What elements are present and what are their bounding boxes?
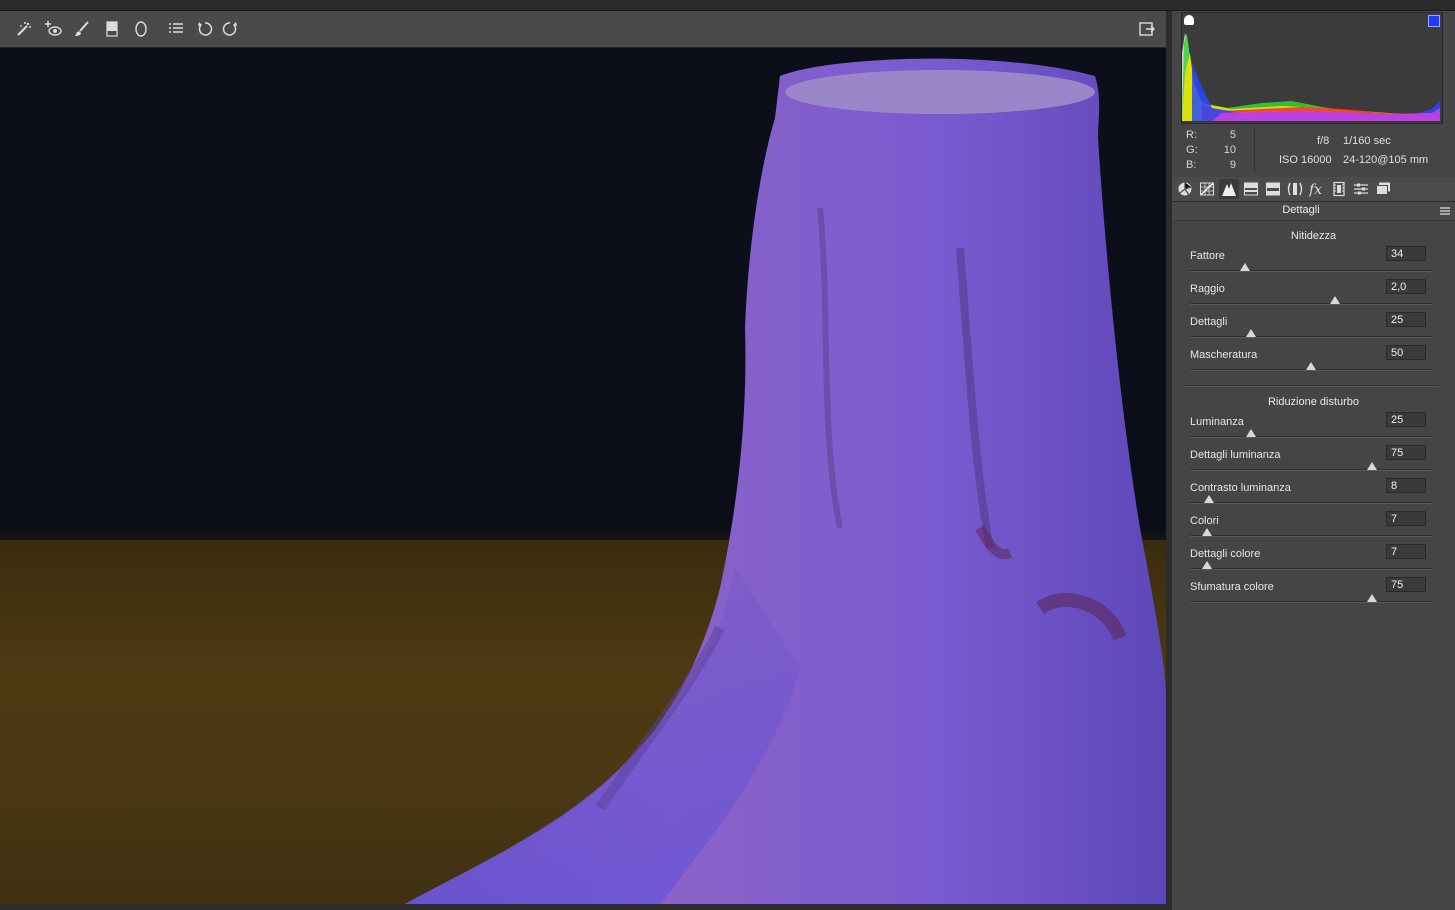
raggio-slider-thumb[interactable] <box>1330 296 1341 304</box>
r-label: R: <box>1186 129 1197 141</box>
right-panel: R: 5 G: 10 B: 9 f/8 1/160 sec ISO 16000 24-… <box>1172 11 1455 910</box>
canvas-bottom-strip <box>0 904 1166 910</box>
colori-slider-track[interactable] <box>1190 535 1432 537</box>
basic-tab-icon[interactable] <box>1175 179 1195 199</box>
noise-reduction-title: Riduzione disturbo <box>1267 396 1360 408</box>
radial-filter-icon[interactable] <box>130 18 152 40</box>
luminanza-value-field[interactable]: 25 <box>1386 412 1426 427</box>
photo-stump <box>405 58 1166 904</box>
raggio-slider-track[interactable] <box>1190 303 1432 305</box>
raggio-value-field[interactable]: 2,0 <box>1386 279 1426 294</box>
sfumatura-colore-slider-track[interactable] <box>1190 601 1432 603</box>
colori-label: Colori <box>1190 515 1219 527</box>
panel-header: Dettagli <box>1172 202 1455 221</box>
adjustment-brush-icon[interactable] <box>71 18 93 40</box>
dettagli-luminanza-slider-track[interactable] <box>1190 469 1432 471</box>
luminanza-slider-track[interactable] <box>1190 436 1432 438</box>
spot-removal-icon[interactable] <box>13 18 35 40</box>
red-eye-icon[interactable] <box>42 18 64 40</box>
fattore-slider-track[interactable] <box>1190 270 1432 272</box>
hsl-tab-icon[interactable] <box>1241 179 1261 199</box>
colori-slider-thumb[interactable] <box>1201 528 1212 536</box>
luminanza-slider-thumb[interactable] <box>1245 429 1256 437</box>
rotate-cw-icon[interactable] <box>219 18 241 40</box>
fattore-slider-thumb[interactable] <box>1239 263 1250 271</box>
info-separator <box>1254 128 1255 172</box>
rgb-readout: R: 5 G: 10 B: 9 <box>1186 128 1246 173</box>
camera-calibration-tab-icon[interactable] <box>1329 179 1349 199</box>
sfumatura-colore-label: Sfumatura colore <box>1190 581 1274 593</box>
dettagli-colore-slider-thumb[interactable] <box>1201 561 1212 569</box>
group-separator <box>1184 385 1439 387</box>
contrasto-luminanza-value-field[interactable]: 8 <box>1386 478 1426 493</box>
raggio-label: Raggio <box>1190 283 1225 295</box>
dettagli-slider-thumb[interactable] <box>1245 329 1256 337</box>
r-value: 5 <box>1229 129 1236 141</box>
dettagli-colore-value-field[interactable]: 7 <box>1386 544 1426 559</box>
aperture: f/8 <box>1317 135 1330 147</box>
panel-tabs: fx <box>1172 177 1455 202</box>
dettagli-value-field[interactable]: 25 <box>1386 312 1426 327</box>
photo-preview[interactable] <box>0 48 1166 904</box>
colori-value-field[interactable]: 7 <box>1386 511 1426 526</box>
rotate-ccw-icon[interactable] <box>194 18 216 40</box>
fattore-value-field[interactable]: 34 <box>1386 246 1426 261</box>
luminanza-label: Luminanza <box>1190 416 1244 428</box>
sharpening-title: Nitidezza <box>1290 230 1337 242</box>
g-label: G: <box>1186 144 1198 156</box>
snapshots-tab-icon[interactable] <box>1373 179 1393 199</box>
dettagli-label: Dettagli <box>1190 316 1228 328</box>
image-info: R: 5 G: 10 B: 9 f/8 1/160 sec ISO 16000 24-… <box>1172 125 1455 178</box>
dettagli-colore-label: Dettagli colore <box>1190 548 1261 560</box>
panel-menu-icon[interactable] <box>1439 205 1451 217</box>
highlight-clipping-warning-icon[interactable] <box>1428 15 1440 27</box>
dettagli-luminanza-value-field[interactable]: 75 <box>1386 445 1426 460</box>
shadow-clipping-warning-icon[interactable] <box>1184 15 1194 25</box>
sfumatura-colore-slider-thumb[interactable] <box>1366 594 1377 602</box>
open-in-photoshop-icon[interactable] <box>1136 18 1158 40</box>
tone-curve-tab-icon[interactable] <box>1197 179 1217 199</box>
dettagli-colore-slider-track[interactable] <box>1190 568 1432 570</box>
contrasto-luminanza-label: Contrasto luminanza <box>1190 482 1291 494</box>
graduated-filter-icon[interactable] <box>101 18 123 40</box>
panel-title: Dettagli <box>1282 204 1320 216</box>
mascheratura-control: Mascheratura 50 <box>1190 345 1432 382</box>
b-value: 9 <box>1229 159 1236 171</box>
histogram <box>1181 12 1443 124</box>
sfumatura-colore-control: Sfumatura colore 75 <box>1190 577 1432 614</box>
mascheratura-slider-thumb[interactable] <box>1306 362 1316 370</box>
iso: ISO 16000 <box>1279 154 1332 166</box>
dettagli-slider-track[interactable] <box>1190 336 1432 338</box>
detail-tab-icon[interactable] <box>1219 179 1239 199</box>
presets-tab-icon[interactable] <box>1351 179 1371 199</box>
lens-info: 24-120@105 mm <box>1343 154 1429 166</box>
contrasto-luminanza-slider-track[interactable] <box>1190 502 1432 504</box>
shutter-speed: 1/160 sec <box>1343 135 1391 147</box>
dettagli-luminanza-label: Dettagli luminanza <box>1190 449 1281 461</box>
toolbar <box>0 11 1166 48</box>
effects-tab-icon[interactable]: fx <box>1307 179 1327 199</box>
sfumatura-colore-value-field[interactable]: 75 <box>1386 577 1426 592</box>
dettagli-luminanza-slider-thumb[interactable] <box>1366 462 1377 470</box>
mascheratura-value-field[interactable]: 50 <box>1386 345 1426 360</box>
split-toning-tab-icon[interactable] <box>1263 179 1283 199</box>
g-value: 10 <box>1223 144 1236 156</box>
fattore-label: Fattore <box>1190 250 1225 262</box>
presets-list-icon[interactable] <box>165 18 187 40</box>
svg-text:fx: fx <box>1309 182 1322 197</box>
window-top-strip <box>0 0 1455 11</box>
b-label: B: <box>1186 159 1197 171</box>
mascheratura-label: Mascheratura <box>1190 349 1258 361</box>
contrasto-luminanza-slider-thumb[interactable] <box>1204 495 1215 503</box>
lens-corrections-tab-icon[interactable] <box>1285 179 1305 199</box>
